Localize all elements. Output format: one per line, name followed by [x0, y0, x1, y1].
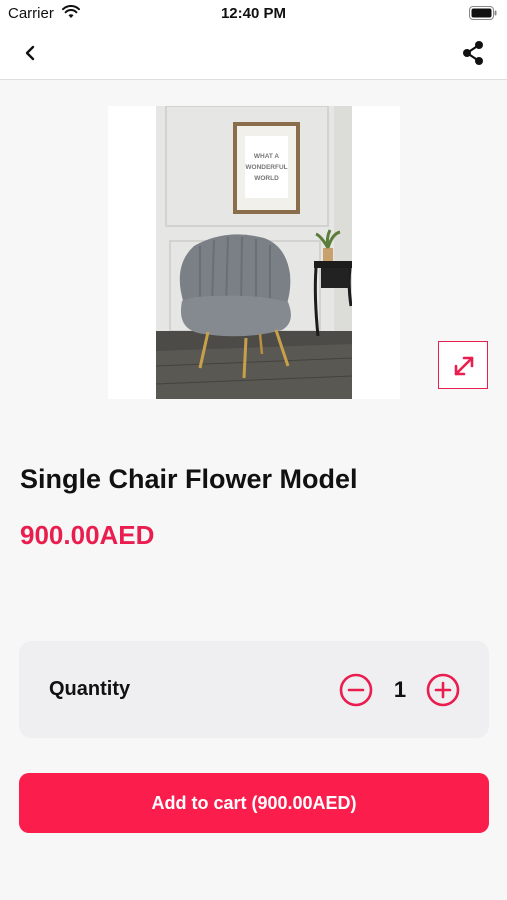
product-title: Single Chair Flower Model — [20, 464, 358, 494]
quantity-label: Quantity — [49, 678, 131, 700]
svg-text:WHAT A: WHAT A — [254, 153, 280, 160]
expand-icon — [454, 356, 474, 376]
status-bar: Carrier 12:40 PM — [0, 0, 507, 28]
product-photo: WHAT A WONDERFUL WORLD — [156, 106, 352, 399]
quantity-value: 1 — [393, 677, 407, 702]
decrease-quantity-button[interactable] — [339, 673, 373, 707]
plus-circle-icon — [426, 673, 460, 707]
svg-text:WONDERFUL: WONDERFUL — [245, 164, 287, 171]
product-image-container[interactable]: WHAT A WONDERFUL WORLD — [108, 106, 400, 399]
increase-quantity-button[interactable] — [426, 673, 460, 707]
back-button[interactable] — [18, 40, 44, 66]
quantity-card: Quantity 1 — [19, 641, 489, 738]
add-to-cart-button[interactable]: Add to cart (900.00AED) — [19, 773, 489, 833]
share-button[interactable] — [459, 39, 487, 67]
chevron-left-icon — [25, 45, 35, 61]
minus-circle-icon — [339, 673, 373, 707]
expand-image-button[interactable] — [438, 341, 488, 389]
product-price: 900.00AED — [20, 520, 155, 550]
status-time: 12:40 PM — [220, 5, 287, 22]
share-icon — [463, 41, 483, 65]
svg-text:WORLD: WORLD — [254, 175, 279, 182]
navigation-bar — [0, 28, 507, 80]
battery-icon — [469, 6, 497, 20]
